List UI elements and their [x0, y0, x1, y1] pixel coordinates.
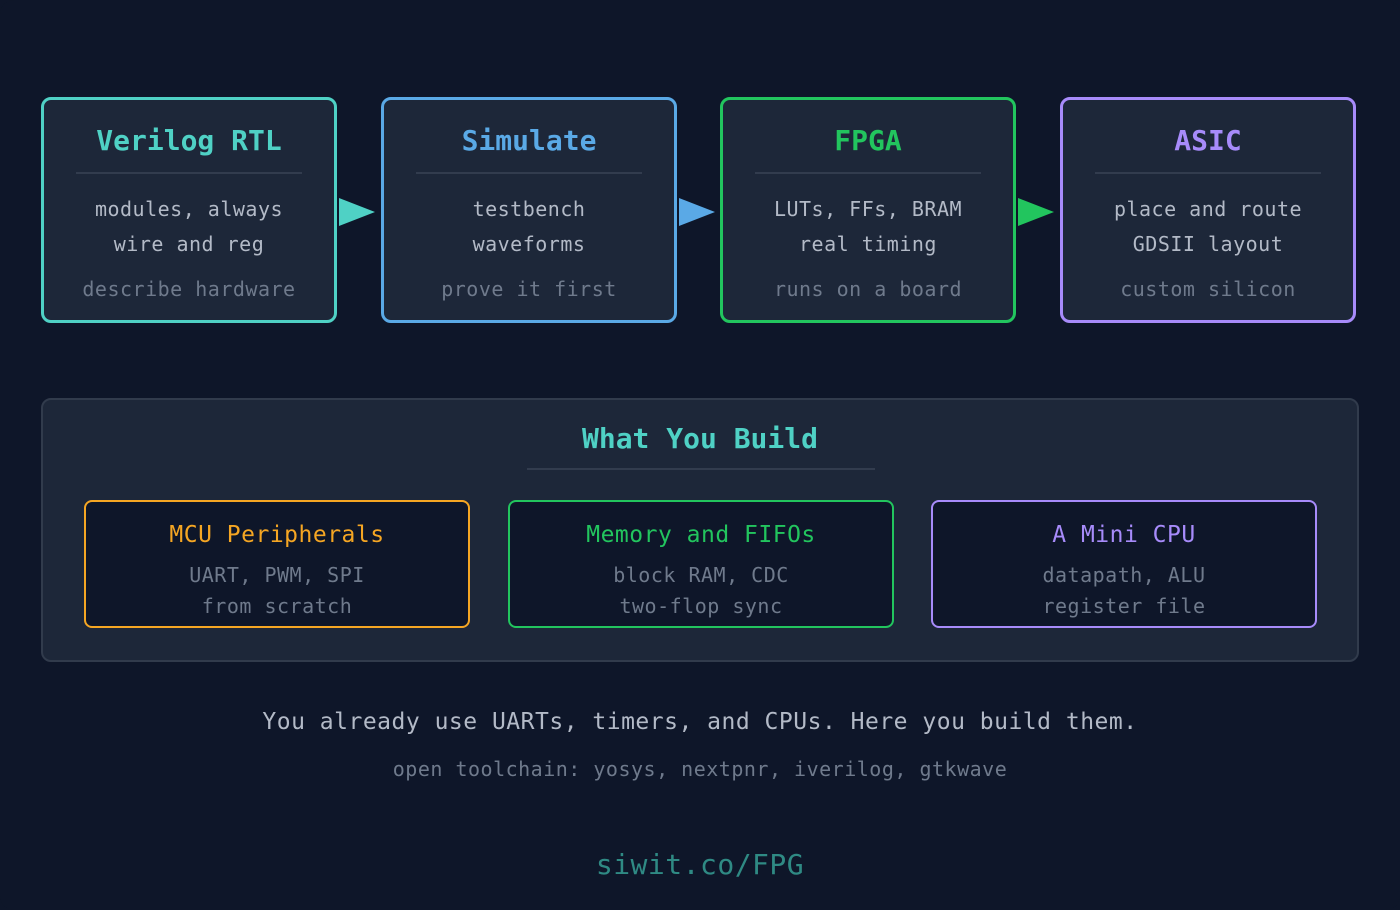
stage-divider: [755, 172, 981, 174]
stage-note: custom silicon: [1120, 277, 1296, 301]
arrow-icon: [339, 198, 375, 226]
card-detail: datapath, ALU: [1042, 563, 1206, 587]
stage-note: describe hardware: [82, 277, 296, 301]
card-title: MCU Peripherals: [169, 522, 385, 548]
tagline: You already use UARTs, timers, and CPUs.…: [262, 709, 1138, 735]
stage-verilog-rtl: Verilog RTL modules, always wire and reg…: [41, 97, 337, 323]
stage-detail: wire and reg: [113, 232, 265, 256]
stage-fpga: FPGA LUTs, FFs, BRAM real timing runs on…: [720, 97, 1016, 323]
diagram-canvas: Verilog RTL modules, always wire and reg…: [0, 0, 1400, 910]
stage-detail: place and route: [1113, 197, 1303, 221]
card-detail: register file: [1042, 594, 1206, 618]
stage-title: FPGA: [834, 124, 902, 157]
build-divider: [527, 468, 875, 470]
stage-detail: testbench: [472, 197, 586, 221]
stage-detail: modules, always: [94, 197, 284, 221]
stage-note: prove it first: [441, 277, 617, 301]
toolchain-note: open toolchain: yosys, nextpnr, iverilog…: [392, 757, 1008, 781]
stage-divider: [416, 172, 642, 174]
build-card-mcu-peripherals: MCU Peripherals UART, PWM, SPI from scra…: [84, 500, 470, 628]
arrow-icon: [679, 198, 715, 226]
card-title: A Mini CPU: [1052, 522, 1196, 548]
build-card-mini-cpu: A Mini CPU datapath, ALU register file: [931, 500, 1317, 628]
arrow-head: [1018, 198, 1054, 226]
card-title: Memory and FIFOs: [586, 522, 816, 548]
card-detail: block RAM, CDC: [613, 563, 789, 587]
stage-detail: GDSII layout: [1132, 232, 1284, 256]
stage-simulate: Simulate testbench waveforms prove it fi…: [381, 97, 677, 323]
stage-asic: ASIC place and route GDSII layout custom…: [1060, 97, 1356, 323]
stage-detail: waveforms: [472, 232, 586, 256]
card-detail: two-flop sync: [619, 594, 783, 618]
arrow-head: [339, 198, 375, 226]
card-detail: from scratch: [201, 594, 353, 618]
stage-title: ASIC: [1174, 124, 1242, 157]
arrow-icon: [1018, 198, 1054, 226]
site-url-link[interactable]: siwit.co/FPG: [0, 847, 1400, 883]
arrow-head: [679, 198, 715, 226]
build-card-memory-fifos: Memory and FIFOs block RAM, CDC two-flop…: [508, 500, 894, 628]
stage-title: Simulate: [461, 124, 597, 157]
stage-detail: real timing: [799, 232, 937, 256]
stage-title: Verilog RTL: [96, 124, 282, 157]
stage-divider: [76, 172, 302, 174]
card-detail: UART, PWM, SPI: [189, 563, 365, 587]
build-title: What You Build: [581, 422, 818, 455]
stage-note: runs on a board: [773, 277, 963, 301]
stage-detail: LUTs, FFs, BRAM: [773, 197, 963, 221]
build-panel: What You Build MCU Peripherals UART, PWM…: [41, 398, 1359, 662]
stage-divider: [1095, 172, 1321, 174]
